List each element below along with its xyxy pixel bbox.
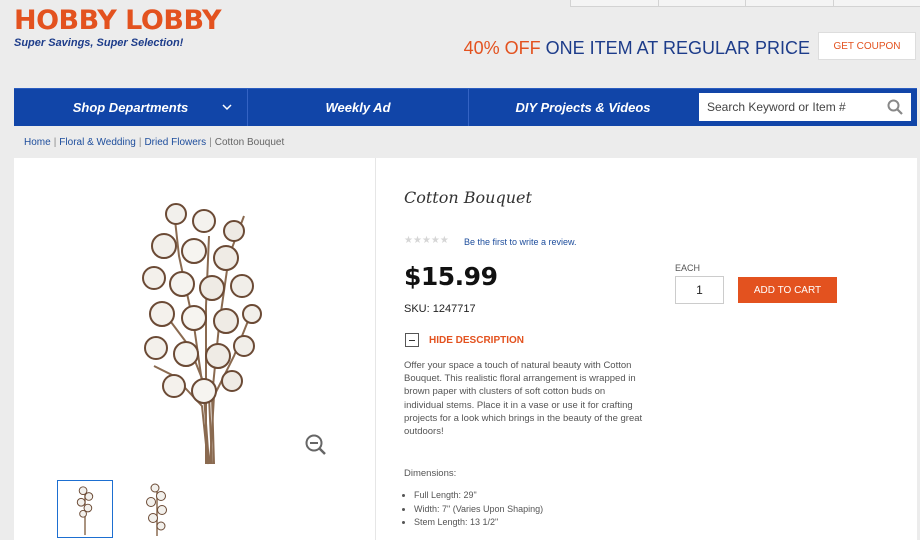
quantity-input[interactable]: [675, 276, 724, 304]
quantity-unit-label: EACH: [675, 263, 701, 273]
logo-tagline: Super Savings, Super Selection!: [14, 37, 184, 49]
dimension-item: Stem Length: 13 1/2": [414, 516, 543, 530]
logo[interactable]: HOBBY LOBBY Super Savings, Super Selecti…: [14, 5, 222, 50]
nav-weekly-ad[interactable]: Weekly Ad: [248, 89, 469, 126]
nav-diy-projects[interactable]: DIY Projects & Videos: [469, 89, 697, 126]
chevron-down-icon: [222, 104, 232, 111]
collapse-icon: [405, 333, 419, 347]
utility-tab[interactable]: [745, 0, 833, 7]
search-input[interactable]: [707, 100, 877, 114]
star-icon: ★: [421, 235, 431, 246]
breadcrumb-floral-wedding[interactable]: Floral & Wedding: [59, 137, 136, 148]
logo-text: HOBBY LOBBY: [14, 5, 222, 36]
product-thumbnail[interactable]: [57, 480, 113, 538]
star-icon: ★: [404, 235, 413, 246]
breadcrumb-current: Cotton Bouquet: [214, 137, 285, 148]
description-toggle[interactable]: HIDE DESCRIPTION: [405, 333, 524, 347]
breadcrumb-home[interactable]: Home: [24, 137, 51, 148]
sku-value: 1247717: [432, 303, 476, 315]
dimension-item: Full Length: 29": [414, 489, 543, 503]
promo-text: ONE ITEM AT REGULAR PRICE: [540, 38, 810, 58]
promo-banner: 40% OFF ONE ITEM AT REGULAR PRICE: [464, 38, 810, 59]
zoom-out-icon[interactable]: [304, 433, 328, 457]
product-price: $15.99: [404, 262, 498, 291]
sku-label: SKU:: [404, 303, 430, 315]
add-to-cart-button[interactable]: ADD TO CART: [738, 277, 837, 303]
breadcrumb-separator: |: [209, 137, 212, 148]
utility-tab[interactable]: [657, 0, 745, 7]
product-image[interactable]: [134, 196, 264, 466]
product-title: Cotton Bouquet: [404, 188, 532, 207]
star-rating: ★ ★ ★ ★ ★: [404, 236, 449, 246]
promo-percent: 40% OFF: [463, 38, 541, 58]
product-description: Offer your space a touch of natural beau…: [404, 360, 643, 438]
breadcrumb-separator: |: [138, 137, 142, 148]
nav-label: Shop Departments: [72, 100, 189, 115]
dimension-item: Width: 7" (Varies Upon Shaping): [414, 503, 543, 517]
breadcrumb: Home | Floral & Wedding | Dried Flowers | Cott…: [24, 137, 284, 148]
product-thumbnail[interactable]: [129, 480, 185, 538]
star-icon: ★: [430, 235, 440, 246]
dimensions-heading: Dimensions:: [404, 468, 457, 479]
product-panel: Cotton Bouquet ★ ★ ★ ★ ★ Be the first to…: [14, 158, 917, 540]
description-toggle-label: HIDE DESCRIPTION: [429, 334, 525, 346]
search-icon[interactable]: [887, 99, 903, 115]
nav-shop-departments[interactable]: Shop Departments: [14, 89, 248, 126]
utility-tab[interactable]: [832, 0, 920, 7]
write-review-link[interactable]: Be the first to write a review.: [464, 237, 577, 247]
main-nav: Shop Departments Weekly Ad DIY Projects …: [14, 88, 917, 126]
star-icon: ★: [439, 235, 449, 246]
dimensions-list: Full Length: 29" Width: 7" (Varies Upon …: [414, 489, 543, 530]
breadcrumb-separator: |: [53, 137, 57, 148]
column-divider: [375, 158, 376, 540]
breadcrumb-dried-flowers[interactable]: Dried Flowers: [144, 137, 206, 148]
utility-tabs: [570, 0, 920, 7]
utility-tab[interactable]: [570, 0, 658, 7]
search-box: [699, 93, 911, 121]
nav-label: Weekly Ad: [325, 100, 391, 115]
sku-line: SKU: 1247717: [404, 303, 476, 315]
get-coupon-button[interactable]: GET COUPON: [818, 32, 916, 60]
star-icon: ★: [412, 235, 422, 246]
nav-label: DIY Projects & Videos: [515, 100, 651, 115]
